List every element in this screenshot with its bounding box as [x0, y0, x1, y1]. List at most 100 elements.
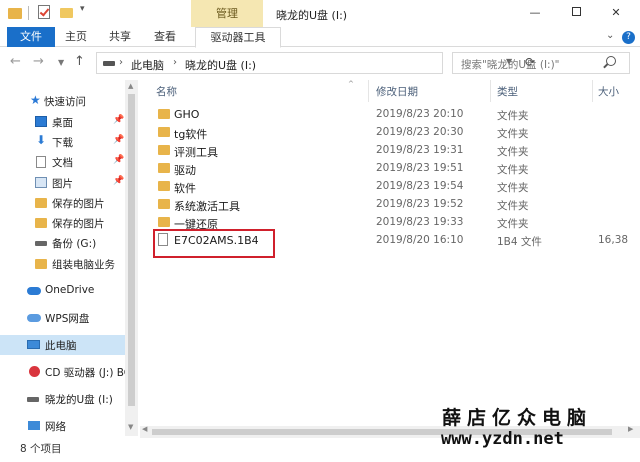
navigation-scrollbar[interactable]: ▲ ▼	[125, 80, 138, 436]
column-header-date[interactable]: 修改日期	[376, 84, 418, 99]
sidebar-item-label: CD 驱动器 (J:) BC	[45, 367, 132, 379]
column-divider[interactable]	[592, 80, 593, 102]
sidebar-item-desktop[interactable]: 桌面 📌	[0, 112, 125, 132]
file-list: ^ 名称 修改日期 类型 大小 GHO 2019/8/23 20:10 文件夹 …	[140, 80, 640, 436]
sidebar-item-onedrive[interactable]: OneDrive	[0, 281, 125, 301]
file-name: GHO	[174, 108, 200, 121]
file-row[interactable]: 评测工具 2019/8/23 19:31 文件夹	[140, 142, 640, 160]
file-date: 2019/8/23 20:30	[376, 126, 464, 138]
new-folder-icon[interactable]	[60, 8, 73, 18]
scroll-right-icon[interactable]: ▶	[628, 425, 633, 433]
address-bar[interactable]: › 此电脑 › 晓龙的U盘 (I:) ▼ ⟳	[96, 52, 535, 74]
file-row[interactable]: 驱动 2019/8/23 19:51 文件夹	[140, 160, 640, 178]
breadcrumb-separator[interactable]: ›	[119, 57, 123, 68]
scrollbar-thumb[interactable]	[128, 94, 135, 406]
sidebar-item-pictures[interactable]: 图片 📌	[0, 173, 125, 193]
breadcrumb-this-pc[interactable]: 此电脑	[131, 57, 164, 73]
sidebar-item-label: 文档	[52, 157, 73, 169]
breadcrumb-usb-drive[interactable]: 晓龙的U盘 (I:)	[185, 57, 256, 73]
scroll-up-icon[interactable]: ▲	[128, 82, 133, 90]
star-icon: ★	[30, 93, 41, 107]
sidebar-item-network[interactable]: 网络	[0, 416, 125, 436]
file-date: 2019/8/23 19:33	[376, 216, 464, 228]
sidebar-item-cd-drive[interactable]: CD 驱动器 (J:) BC	[0, 362, 131, 382]
customize-quick-access-icon[interactable]: ▾	[80, 4, 85, 20]
file-type: 1B4 文件	[497, 236, 542, 248]
tab-manage[interactable]: 管理	[191, 0, 263, 27]
sidebar-item-assembly-business[interactable]: 组装电脑业务	[0, 254, 125, 274]
forward-arrow-icon[interactable]: →	[33, 54, 44, 69]
sidebar-item-saved-pictures[interactable]: 保存的图片	[0, 213, 125, 233]
sidebar-item-label: 保存的图片	[52, 198, 105, 210]
sidebar-item-label: 备份 (G:)	[52, 238, 97, 250]
this-pc-icon	[27, 340, 40, 349]
back-arrow-icon[interactable]: ←	[10, 54, 21, 69]
tab-drive-tools[interactable]: 驱动器工具	[195, 27, 281, 48]
sidebar-item-quick-access[interactable]: ★ 快速访问	[0, 91, 125, 111]
search-input[interactable]: 搜索"晓龙的U盘 (I:)"	[452, 52, 630, 74]
folder-icon	[158, 199, 170, 209]
scroll-left-icon[interactable]: ◀	[142, 425, 147, 433]
scroll-down-icon[interactable]: ▼	[128, 423, 133, 431]
file-date: 2019/8/20 16:10	[376, 234, 464, 246]
file-name: tg软件	[174, 128, 208, 141]
highlight-box	[153, 229, 275, 258]
maximize-button[interactable]	[566, 4, 586, 22]
pin-icon[interactable]: 📌	[113, 115, 124, 125]
pin-icon[interactable]: 📌	[113, 155, 124, 165]
navigation-pane: ★ 快速访问 桌面 📌 ⬇ 下载 📌 文档 📌 图片 📌 保存的图片 保存的图片…	[0, 80, 131, 436]
up-arrow-icon[interactable]: ↑	[74, 54, 85, 69]
tab-file[interactable]: 文件	[7, 27, 55, 47]
column-header-type[interactable]: 类型	[497, 84, 518, 99]
file-row[interactable]: tg软件 2019/8/23 20:30 文件夹	[140, 124, 640, 142]
sidebar-item-wps-cloud[interactable]: WPS网盘	[0, 308, 125, 328]
sidebar-item-label: 晓龙的U盘 (I:)	[45, 394, 113, 406]
tab-share[interactable]: 共享	[109, 27, 131, 47]
column-header-name[interactable]: 名称	[156, 84, 177, 99]
file-date: 2019/8/23 19:51	[376, 162, 464, 174]
sidebar-item-downloads[interactable]: ⬇ 下载 📌	[0, 132, 125, 152]
title-bar: ▾ 管理 晓龙的U盘 (I:) — ✕	[0, 0, 640, 27]
sidebar-item-backup-drive[interactable]: 备份 (G:)	[0, 233, 125, 253]
search-placeholder: 搜索"晓龙的U盘 (I:)"	[461, 59, 560, 71]
column-header-size[interactable]: 大小	[598, 84, 619, 99]
search-icon[interactable]	[606, 56, 616, 66]
close-button[interactable]: ✕	[606, 4, 626, 22]
sidebar-item-documents[interactable]: 文档 📌	[0, 152, 125, 172]
file-type: 文件夹	[497, 146, 529, 158]
sidebar-item-label: 图片	[52, 178, 73, 190]
cd-drive-icon	[29, 366, 40, 377]
network-icon	[28, 421, 40, 430]
help-icon[interactable]: ?	[622, 31, 635, 44]
minimize-button[interactable]: —	[525, 4, 545, 22]
file-row[interactable]: 系统激活工具 2019/8/23 19:52 文件夹	[140, 196, 640, 214]
address-row: ← → ▼ ↑ › 此电脑 › 晓龙的U盘 (I:) ▼ ⟳ 搜索"晓龙的U盘 …	[0, 48, 640, 78]
expand-ribbon-icon[interactable]: ⌄	[606, 30, 614, 41]
folder-icon	[158, 217, 170, 227]
sidebar-item-label: OneDrive	[45, 284, 95, 296]
sidebar-item-usb-drive[interactable]: 晓龙的U盘 (I:)	[0, 389, 125, 409]
recent-locations-chevron-icon[interactable]: ▼	[58, 58, 64, 67]
pin-icon[interactable]: 📌	[113, 135, 124, 145]
sidebar-item-this-pc[interactable]: 此电脑	[0, 335, 125, 355]
document-icon	[36, 156, 46, 168]
sidebar-item-label: WPS网盘	[45, 313, 90, 325]
file-name: 评测工具	[174, 146, 218, 159]
column-divider[interactable]	[490, 80, 491, 102]
pin-icon[interactable]: 📌	[113, 176, 124, 186]
column-divider[interactable]	[368, 80, 369, 102]
sidebar-item-saved-pictures[interactable]: 保存的图片	[0, 193, 125, 213]
tab-home[interactable]: 主页	[65, 27, 87, 47]
file-row[interactable]: 软件 2019/8/23 19:54 文件夹	[140, 178, 640, 196]
download-icon: ⬇	[36, 133, 47, 147]
properties-check-icon[interactable]	[38, 5, 50, 19]
sidebar-item-label: 网络	[45, 421, 66, 433]
tab-view[interactable]: 查看	[154, 27, 176, 47]
wps-cloud-icon	[27, 314, 41, 322]
file-size: 16,38	[598, 234, 629, 246]
file-type: 文件夹	[497, 128, 529, 140]
folder-icon	[35, 259, 47, 269]
breadcrumb-separator[interactable]: ›	[173, 57, 177, 68]
file-row[interactable]: GHO 2019/8/23 20:10 文件夹	[140, 106, 640, 124]
file-type: 文件夹	[497, 164, 529, 176]
